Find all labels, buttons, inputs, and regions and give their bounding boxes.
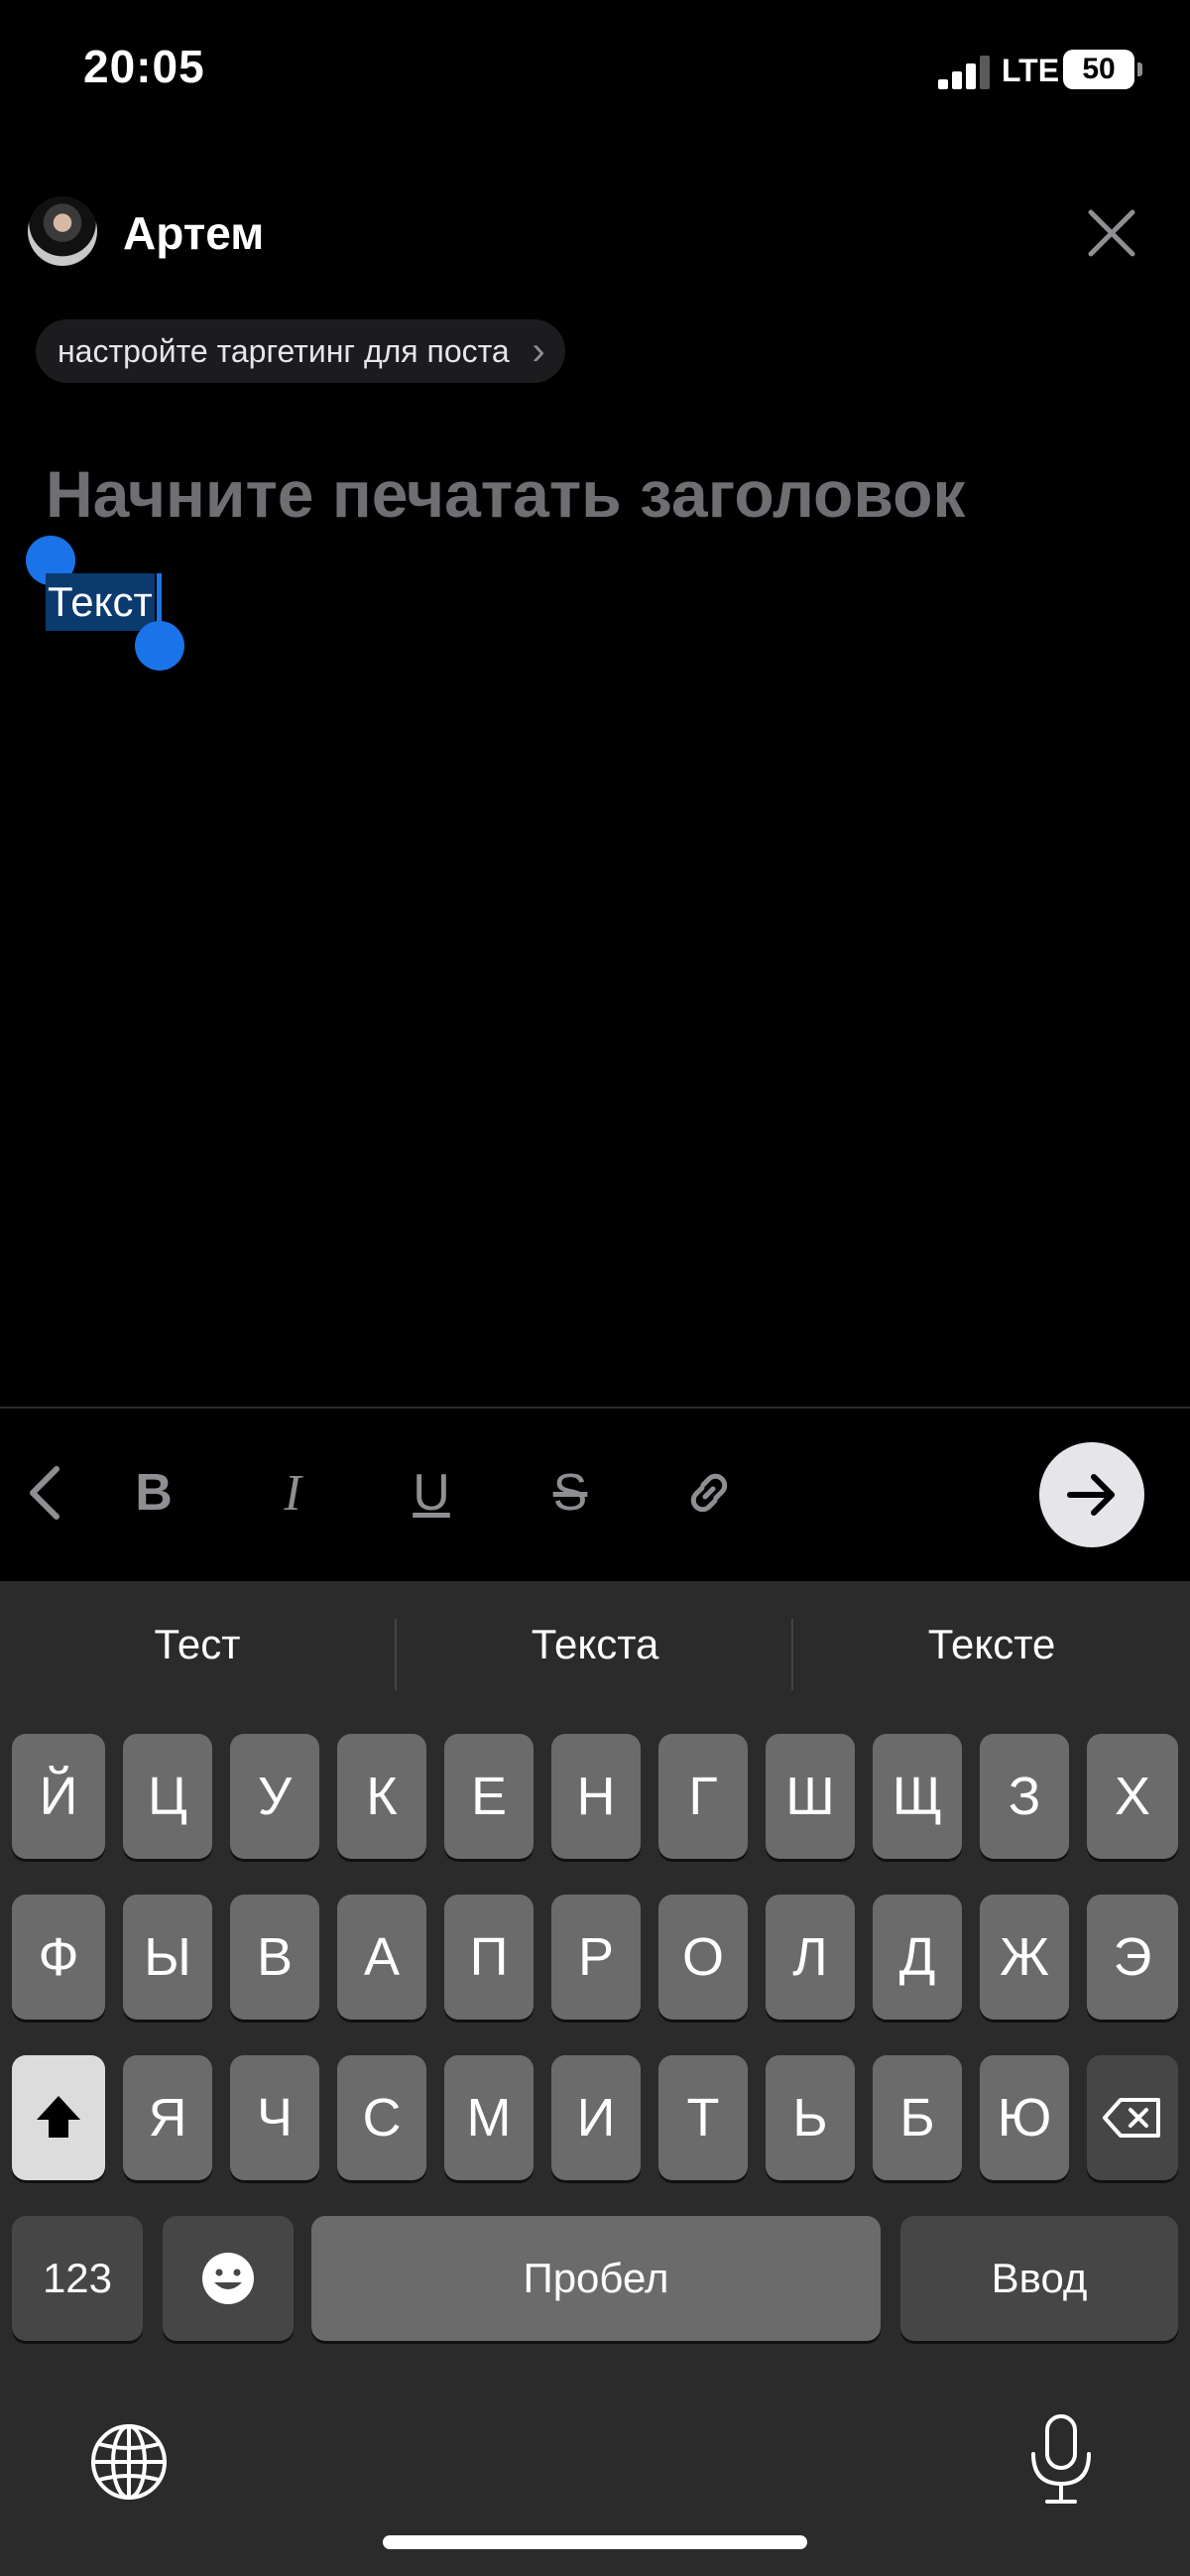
status-bar: 20:05 LTE 50: [0, 0, 1190, 139]
key[interactable]: Ю: [980, 2055, 1069, 2180]
shift-icon: [37, 2096, 80, 2138]
chevron-right-icon: ›: [532, 329, 545, 373]
key[interactable]: О: [658, 1895, 748, 2020]
key[interactable]: Ц: [123, 1734, 212, 1859]
selection-end-handle[interactable]: [135, 621, 184, 671]
suggestion-divider: [395, 1619, 397, 1690]
strikethrough-button[interactable]: S: [536, 1458, 605, 1528]
backspace-key[interactable]: [1087, 2055, 1178, 2180]
toolbar-back-button[interactable]: [10, 1458, 79, 1528]
network-type: LTE: [1002, 53, 1060, 88]
key[interactable]: Щ: [873, 1734, 962, 1859]
suggestion-divider: [791, 1619, 793, 1690]
link-icon: [690, 1473, 728, 1513]
title-input[interactable]: Начните печатать заголовок: [46, 456, 965, 532]
space-key[interactable]: Пробел: [311, 2216, 881, 2341]
body-input[interactable]: Текст: [46, 573, 155, 631]
post-editor-screen: 20:05 LTE 50 Артем настройте таргетинг д…: [0, 0, 1190, 2576]
key[interactable]: Э: [1087, 1895, 1178, 2020]
key[interactable]: В: [230, 1895, 319, 2020]
targeting-chip-label: настройте таргетинг для поста: [58, 333, 510, 369]
suggestion-1[interactable]: Тест: [0, 1621, 395, 1668]
author-name[interactable]: Артем: [123, 206, 264, 260]
key[interactable]: К: [337, 1734, 426, 1859]
key[interactable]: Г: [658, 1734, 748, 1859]
targeting-chip[interactable]: настройте таргетинг для поста ›: [36, 319, 565, 383]
key[interactable]: П: [444, 1895, 534, 2020]
suggestion-bar: Тест Текста Тексте: [0, 1581, 1190, 1726]
key[interactable]: Ы: [123, 1895, 212, 2020]
signal-icon: [938, 52, 994, 89]
backspace-icon: [1103, 2098, 1160, 2138]
avatar[interactable]: [28, 196, 97, 266]
key[interactable]: Б: [873, 2055, 962, 2180]
status-time: 20:05: [83, 41, 205, 92]
microphone-button[interactable]: [1021, 2410, 1101, 2510]
key[interactable]: Е: [444, 1734, 534, 1859]
key[interactable]: Ч: [230, 2055, 319, 2180]
key[interactable]: И: [551, 2055, 641, 2180]
key[interactable]: Н: [551, 1734, 641, 1859]
close-button[interactable]: [1077, 198, 1146, 268]
send-button[interactable]: [1039, 1442, 1144, 1547]
chevron-left-icon: [30, 1466, 60, 1520]
key[interactable]: Х: [1087, 1734, 1178, 1859]
globe-icon: [91, 2424, 167, 2500]
key[interactable]: Я: [123, 2055, 212, 2180]
toolbar-divider: [0, 1407, 1190, 1409]
key[interactable]: З: [980, 1734, 1069, 1859]
key[interactable]: Ш: [766, 1734, 855, 1859]
link-button[interactable]: [674, 1458, 744, 1528]
selected-body-text[interactable]: Текст: [46, 573, 155, 631]
bold-button[interactable]: B: [119, 1458, 188, 1528]
close-icon: [1088, 209, 1135, 257]
key[interactable]: Т: [658, 2055, 748, 2180]
numbers-key[interactable]: 123: [12, 2216, 143, 2341]
suggestion-3[interactable]: Тексте: [794, 1621, 1189, 1668]
emoji-key[interactable]: [163, 2216, 294, 2341]
suggestion-2[interactable]: Текста: [398, 1621, 792, 1668]
key[interactable]: Ж: [980, 1895, 1069, 2020]
emoji-icon: [202, 2253, 254, 2304]
key[interactable]: С: [337, 2055, 426, 2180]
key[interactable]: Д: [873, 1895, 962, 2020]
microphone-icon: [1031, 2414, 1091, 2504]
key[interactable]: М: [444, 2055, 534, 2180]
key[interactable]: Ф: [12, 1895, 105, 2020]
key[interactable]: У: [230, 1734, 319, 1859]
globe-button[interactable]: [87, 2420, 171, 2504]
home-indicator[interactable]: [383, 2535, 807, 2549]
key[interactable]: Р: [551, 1895, 641, 2020]
key[interactable]: А: [337, 1895, 426, 2020]
underline-button[interactable]: U: [397, 1458, 466, 1528]
italic-button[interactable]: I: [258, 1458, 327, 1528]
key[interactable]: Й: [12, 1734, 105, 1859]
key[interactable]: Л: [766, 1895, 855, 2020]
key[interactable]: Ь: [766, 2055, 855, 2180]
shift-key[interactable]: [12, 2055, 105, 2180]
arrow-right-icon: [1067, 1474, 1115, 1516]
return-key[interactable]: Ввод: [900, 2216, 1178, 2341]
battery-indicator: 50: [1063, 50, 1142, 89]
